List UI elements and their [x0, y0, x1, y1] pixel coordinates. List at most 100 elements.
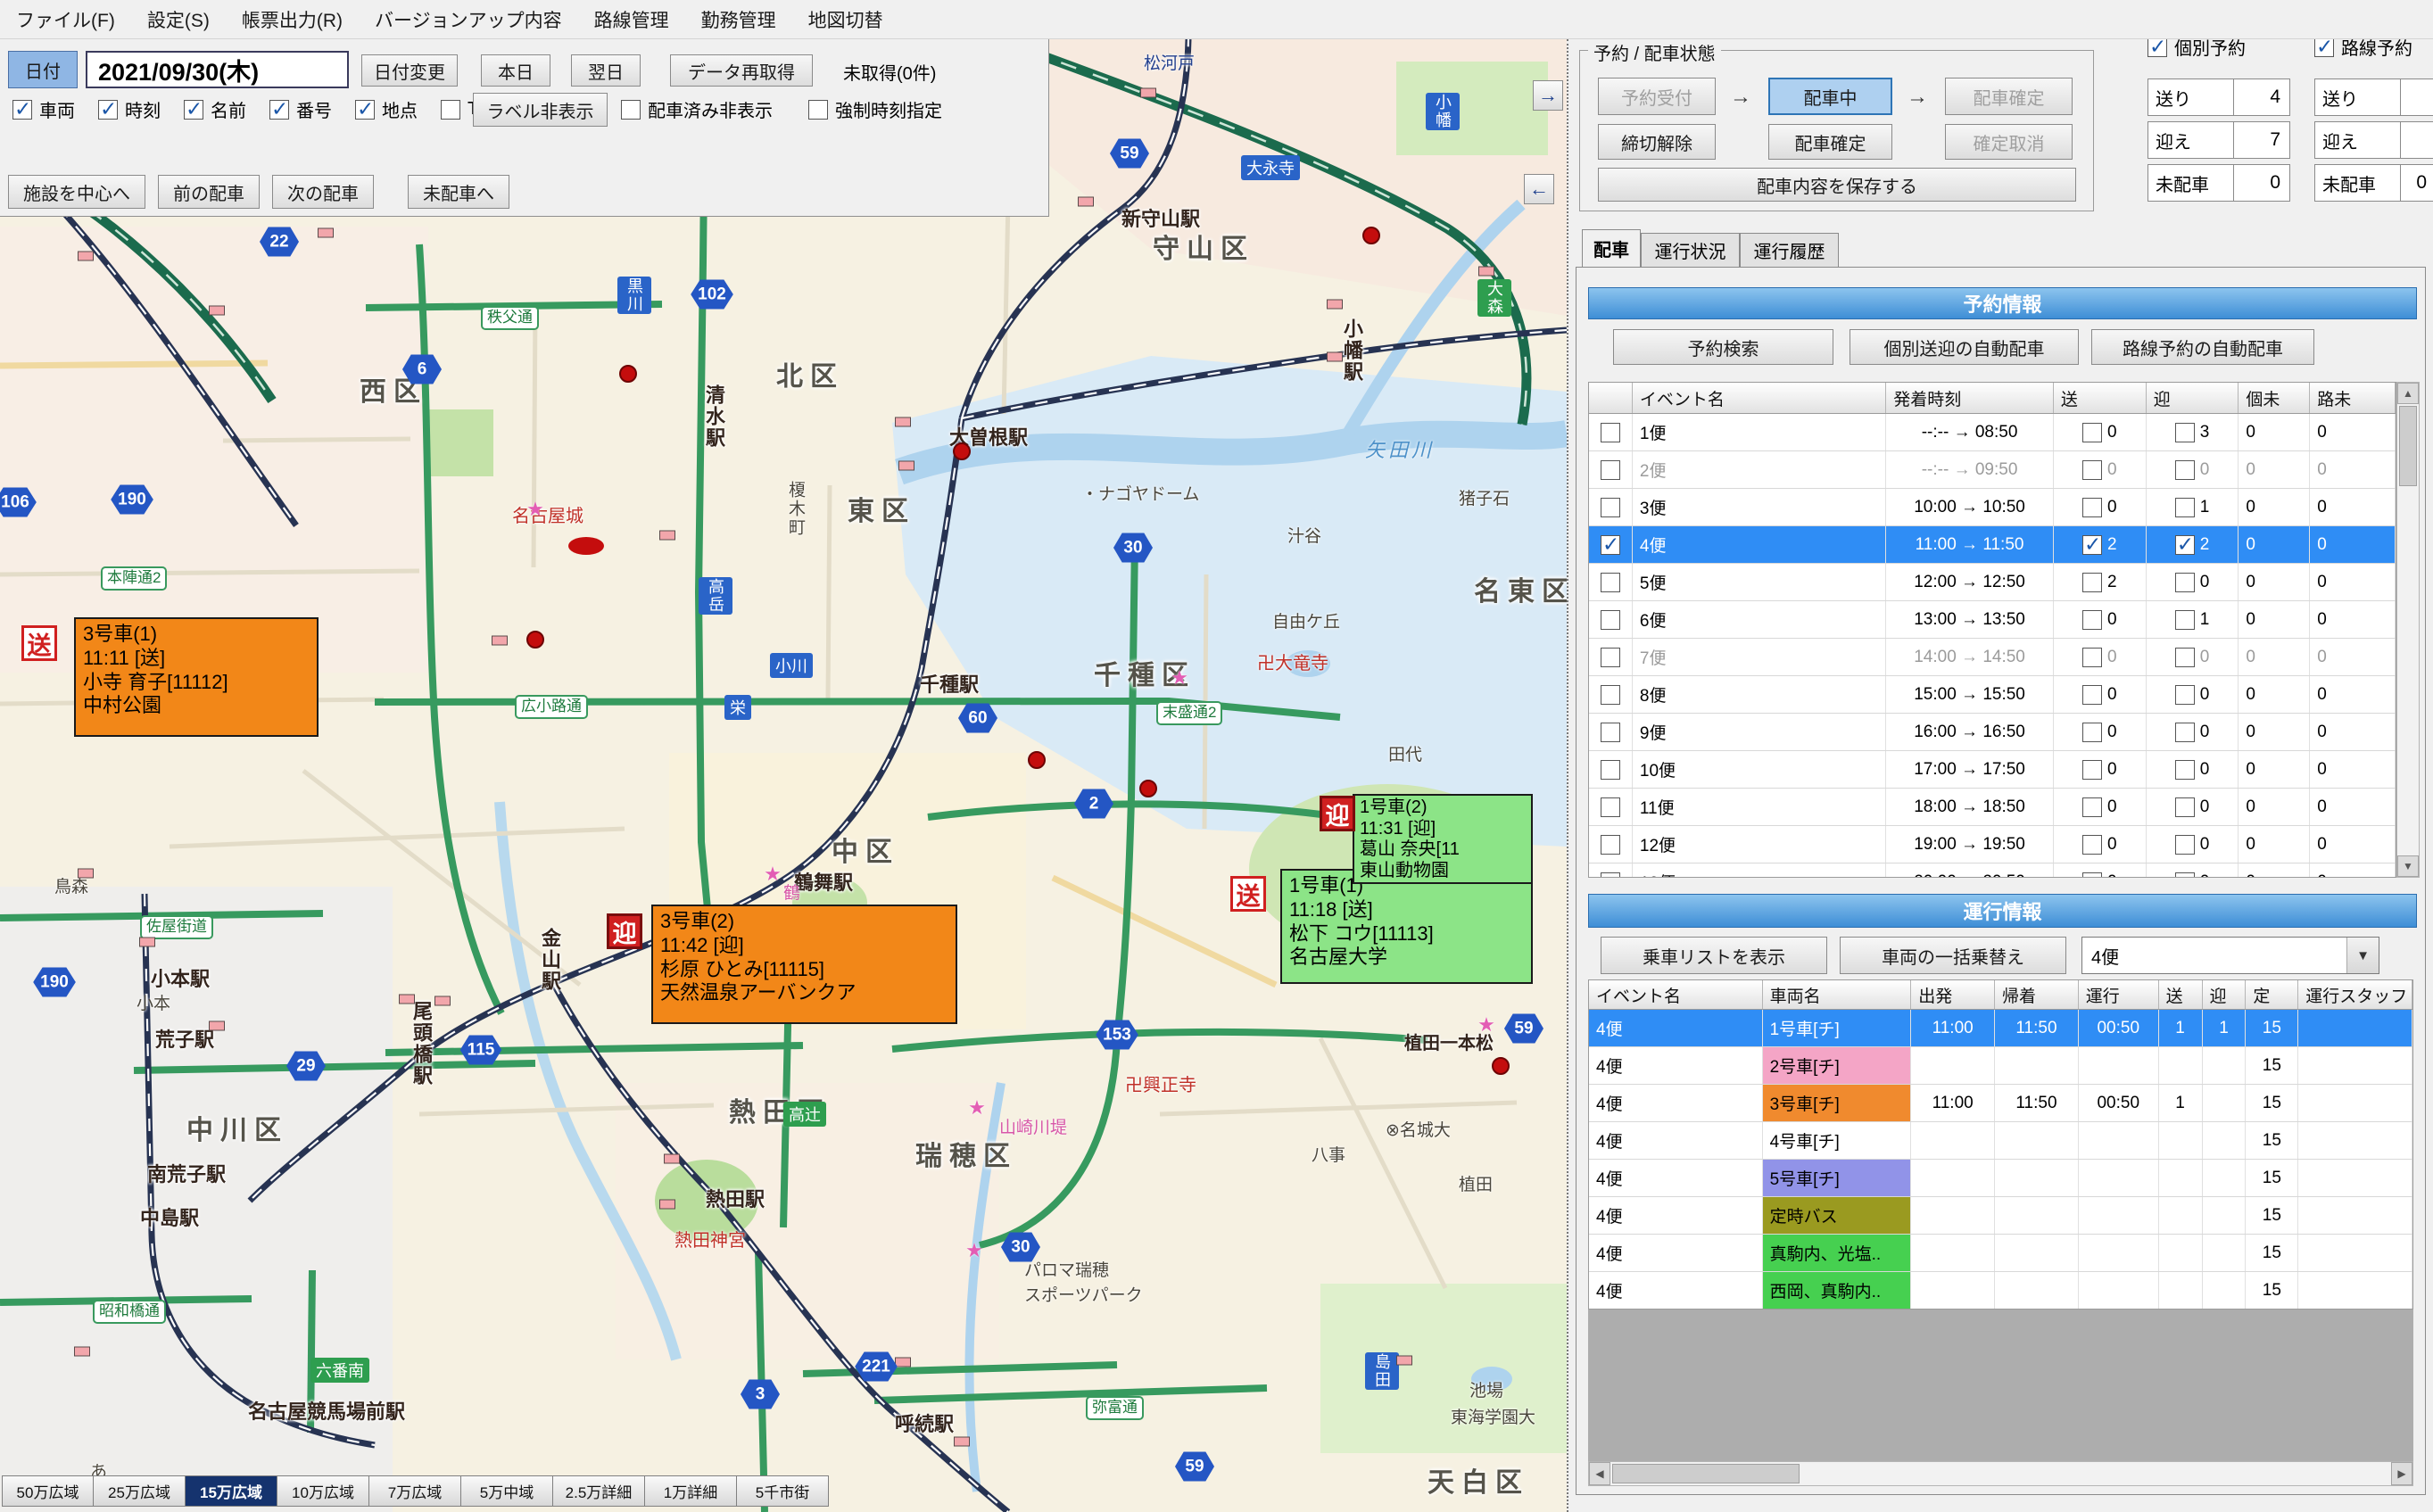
send-checkbox[interactable] [2082, 535, 2102, 555]
tomorrow-button[interactable]: 翌日 [571, 54, 641, 87]
checkbox[interactable] [269, 100, 289, 120]
operation-row[interactable]: 4便真駒内、光塩..15 [1589, 1235, 2412, 1272]
checkbox[interactable] [2147, 37, 2167, 57]
column-header[interactable]: 送 [2054, 383, 2147, 413]
zoom-level-button[interactable]: 50万広域 [2, 1475, 94, 1507]
menu-item[interactable]: 地図切替 [792, 0, 899, 38]
zoom-level-button[interactable]: 25万広域 [94, 1475, 186, 1507]
pickup-checkbox[interactable] [2175, 872, 2195, 879]
pickup-checkbox[interactable] [2175, 797, 2195, 817]
pickup-checkbox[interactable] [2175, 423, 2195, 442]
checkbox[interactable] [2314, 37, 2334, 57]
flow-confirm-button[interactable]: 配車確定 [1945, 78, 2073, 115]
checkbox[interactable] [1601, 835, 1620, 855]
dispatch-label[interactable]: 1号車(1)11:18 [送]松下 コウ[11113]名古屋大学 [1280, 869, 1533, 984]
checkbox[interactable] [1601, 460, 1620, 480]
pickup-checkbox[interactable] [2175, 835, 2195, 855]
scroll-thumb[interactable] [1612, 1464, 1800, 1483]
row-select-checkbox[interactable] [1589, 714, 1633, 750]
reservation-row[interactable]: 8便15:00 → 15:500000 [1589, 676, 2396, 714]
chevron-down-icon[interactable]: ▼ [2346, 938, 2379, 973]
date-change-button[interactable]: 日付変更 [361, 54, 458, 87]
pickup-checkbox[interactable] [2175, 610, 2195, 630]
tab-運行履歴[interactable]: 運行履歴 [1740, 233, 1839, 267]
row-select-checkbox[interactable] [1589, 863, 1633, 878]
column-header[interactable]: イベント名 [1589, 980, 1763, 1009]
checkbox[interactable] [1601, 872, 1620, 879]
deadline-release-button[interactable]: 締切解除 [1598, 124, 1716, 160]
row-select-checkbox[interactable] [1589, 789, 1633, 825]
confirm-cancel-button[interactable]: 確定取消 [1945, 124, 2073, 160]
menu-item[interactable]: 勤務管理 [685, 0, 792, 38]
column-header[interactable]: 路未 [2310, 383, 2396, 413]
pickup-icon[interactable]: 迎 [607, 913, 642, 949]
show-boarding-list-button[interactable]: 乗車リストを表示 [1601, 937, 1827, 974]
reservation-row[interactable]: 13便20:00 → 20:500000 [1589, 863, 2396, 878]
send-checkbox[interactable] [2082, 723, 2102, 742]
checkbox[interactable] [808, 100, 828, 120]
reservation-row[interactable]: 12便19:00 → 19:500000 [1589, 826, 2396, 863]
individual-auto-dispatch-button[interactable]: 個別送迎の自動配車 [1850, 329, 2079, 365]
send-checkbox[interactable] [2082, 760, 2102, 780]
checkbox[interactable] [1601, 760, 1620, 780]
pickup-checkbox[interactable] [2175, 498, 2195, 517]
column-header[interactable]: 運行スタッフ [2298, 980, 2412, 1009]
zoom-level-button[interactable]: 7万広域 [369, 1475, 461, 1507]
checkbox[interactable] [1601, 685, 1620, 705]
checkbox[interactable] [1601, 498, 1620, 517]
reservation-row[interactable]: 4便11:00 → 11:502200 [1589, 526, 2396, 564]
scroll-thumb[interactable] [2399, 406, 2417, 486]
column-header[interactable]: 運行 [2079, 980, 2159, 1009]
checkbox[interactable] [1601, 648, 1620, 667]
checkbox[interactable] [1601, 535, 1620, 555]
filter-check[interactable]: 配車済み非表示 [621, 96, 773, 122]
map-pan-right-button[interactable]: → [1533, 80, 1563, 111]
send-checkbox[interactable] [2082, 573, 2102, 592]
send-checkbox[interactable] [2082, 460, 2102, 480]
column-header[interactable] [1589, 383, 1633, 413]
column-header[interactable]: 定 [2246, 980, 2298, 1009]
date-value-field[interactable]: 2021/09/30(木) [86, 51, 349, 88]
reservation-point-marker[interactable] [1492, 1057, 1510, 1075]
send-icon[interactable]: 送 [1230, 876, 1266, 912]
send-checkbox[interactable] [2082, 498, 2102, 517]
checkbox[interactable] [1601, 723, 1620, 742]
reservation-row[interactable]: 11便18:00 → 18:500000 [1589, 789, 2396, 826]
display-option-check[interactable]: 番号 [269, 96, 332, 122]
zoom-level-button[interactable]: 15万広域 [186, 1475, 277, 1507]
label-hide-button[interactable]: ラベル非表示 [473, 93, 608, 127]
checkbox[interactable] [1601, 610, 1620, 630]
reservation-row[interactable]: 10便17:00 → 17:500000 [1589, 751, 2396, 789]
reservation-point-marker[interactable] [953, 442, 971, 460]
tab-配車[interactable]: 配車 [1582, 229, 1641, 267]
row-select-checkbox[interactable] [1589, 826, 1633, 863]
reservation-point-marker[interactable] [1028, 751, 1046, 769]
send-icon[interactable]: 送 [21, 625, 57, 661]
filter-check[interactable]: 強制時刻指定 [808, 96, 942, 122]
trip-select-dropdown[interactable]: 4便 ▼ [2081, 937, 2379, 974]
checkbox[interactable] [1601, 423, 1620, 442]
pickup-checkbox[interactable] [2175, 760, 2195, 780]
route-auto-dispatch-button[interactable]: 路線予約の自動配車 [2091, 329, 2314, 365]
flow-dispatching-button[interactable]: 配車中 [1768, 78, 1892, 115]
reservation-scrollbar[interactable]: ▲ ▼ [2396, 382, 2420, 878]
pickup-checkbox[interactable] [2175, 573, 2195, 592]
row-select-checkbox[interactable] [1589, 526, 1633, 563]
zoom-level-button[interactable]: 5万中域 [461, 1475, 553, 1507]
panel-splitter[interactable] [1567, 39, 1573, 1512]
row-select-checkbox[interactable] [1589, 751, 1633, 788]
operation-row[interactable]: 4便3号車[チ]11:0011:5000:50115 [1589, 1085, 2412, 1122]
operation-row[interactable]: 4便西岡、真駒内..15 [1589, 1272, 2412, 1310]
checkbox[interactable] [1601, 573, 1620, 592]
checkbox[interactable] [98, 100, 118, 120]
dispatch-label[interactable]: 1号車(2)11:31 [迎]葛山 奈央[11東山動物園 [1353, 794, 1533, 884]
row-select-checkbox[interactable] [1589, 601, 1633, 638]
menu-item[interactable]: 帳票出力(R) [226, 0, 359, 38]
scroll-up-button[interactable]: ▲ [2397, 383, 2419, 404]
row-select-checkbox[interactable] [1589, 451, 1633, 488]
row-select-checkbox[interactable] [1589, 676, 1633, 713]
pickup-checkbox[interactable] [2175, 685, 2195, 705]
pickup-icon[interactable]: 迎 [1320, 796, 1355, 831]
nav-button[interactable]: 次の配車 [272, 175, 374, 209]
column-header[interactable]: 迎 [2147, 383, 2239, 413]
